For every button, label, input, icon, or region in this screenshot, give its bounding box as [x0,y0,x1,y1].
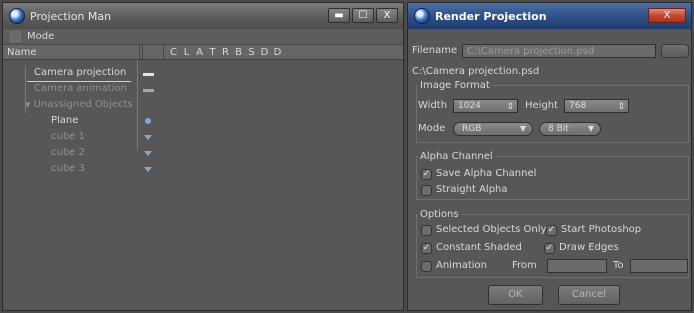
column-flag-t[interactable]: T [206,47,219,58]
height-label: Height [525,100,559,111]
mode-value: RGB [462,124,482,134]
selected-only-checkbox[interactable] [421,225,432,236]
width-value: 1024 [458,101,481,111]
list-item[interactable]: Camera projection [34,66,126,80]
alpha-channel-title: Alpha Channel [418,150,495,163]
list-item[interactable]: cube 3 [51,162,85,176]
height-input[interactable]: 768 ⇕ [564,99,629,113]
spinner-arrows-icon[interactable]: ⇕ [617,101,625,113]
start-photoshop-label: Start Photoshop [561,224,642,235]
item-label: Camera projection [34,67,127,78]
projection-manager-titlebar[interactable]: Projection Man ▬ ☐ X [3,3,403,29]
list-item[interactable]: Plane [51,114,78,128]
from-label: From [512,260,537,271]
column-header: Name C L A T R B S D D [3,45,403,60]
menu-grip-icon [10,31,21,42]
list-item[interactable]: Camera animation [34,82,127,96]
save-alpha-label: Save Alpha Channel [436,168,537,179]
item-label: cube 1 [51,131,85,142]
browse-button[interactable] [661,44,689,58]
render-projection-dialog: Render Projection X Filename C:\Camera p… [407,2,692,311]
column-divider [142,45,164,59]
animation-label: Animation [436,260,487,271]
filename-field[interactable]: C:\Camera projection.psd [462,44,656,58]
item-label: Plane [51,115,79,126]
column-flag-d2[interactable]: D [271,47,284,58]
list-item[interactable]: cube 2 [51,146,85,160]
app-logo-icon [9,8,25,24]
width-label: Width [418,100,448,111]
save-alpha-checkbox[interactable]: ✓ [421,169,432,180]
cube-object-icon [144,167,152,172]
tree-group[interactable]: ▼ Unassigned Objects [25,98,133,112]
expand-arrow-icon[interactable]: ▼ [25,101,30,109]
to-label: To [613,260,624,271]
item-label: Camera animation [34,83,127,94]
draw-edges-checkbox[interactable]: ✓ [544,243,555,254]
animation-checkbox[interactable] [421,261,432,272]
minimize-button[interactable]: ▬ [328,8,350,23]
chevron-down-icon: ▼ [519,124,526,133]
dialog-title: Render Projection [435,9,547,23]
app-logo-icon [414,8,430,24]
width-input[interactable]: 1024 ⇕ [453,99,518,113]
render-projection-titlebar[interactable]: Render Projection X [408,3,691,29]
selected-only-label: Selected Objects Only [436,224,547,235]
cube-object-icon [144,151,152,156]
projection-flag-icon[interactable] [143,89,154,92]
column-line [137,60,138,150]
column-name[interactable]: Name [3,47,139,58]
projection-flag-icon[interactable] [143,73,154,76]
bit-depth-value: 8 Bit [548,124,569,134]
maximize-button[interactable]: ☐ [352,8,374,23]
menu-bar: Mode [3,29,403,45]
column-flag-d[interactable]: D [258,47,271,58]
file-path-text: C:\Camera projection.psd [412,66,540,77]
item-label: cube 2 [51,147,85,158]
constant-shaded-label: Constant Shaded [436,242,522,253]
height-value: 768 [569,101,587,111]
chevron-down-icon: ▼ [587,124,594,133]
bit-depth-select[interactable]: 8 Bit ▼ [539,122,601,136]
image-format-title: Image Format [418,79,492,92]
ok-button[interactable]: OK [488,285,543,305]
mode-label: Mode [418,123,446,134]
column-divider [139,45,140,59]
close-button[interactable]: X [648,8,686,23]
options-title: Options [418,208,461,221]
start-photoshop-checkbox[interactable]: ✓ [546,225,557,236]
plane-object-icon [145,118,151,124]
column-flag-a[interactable]: A [193,47,206,58]
from-field[interactable] [547,259,607,273]
straight-alpha-checkbox[interactable] [421,185,432,196]
spinner-arrows-icon[interactable]: ⇕ [506,101,514,113]
list-item[interactable]: cube 1 [51,130,85,144]
column-flag-b[interactable]: B [232,47,245,58]
mode-select[interactable]: RGB ▼ [453,122,533,136]
to-field[interactable] [630,259,688,273]
cube-object-icon [144,135,152,140]
draw-edges-label: Draw Edges [559,242,619,253]
straight-alpha-label: Straight Alpha [436,184,508,195]
item-label: cube 3 [51,163,85,174]
column-flag-s[interactable]: S [245,47,258,58]
menu-mode[interactable]: Mode [27,31,54,42]
constant-shaded-checkbox[interactable]: ✓ [421,243,432,254]
cancel-button[interactable]: Cancel [558,285,620,305]
filename-label: Filename [412,45,458,56]
window-title: Projection Man [30,9,112,23]
column-flag-c[interactable]: C [167,47,180,58]
group-label: Unassigned Objects [33,99,133,110]
close-button[interactable]: X [376,8,398,23]
dialog-body: Filename C:\Camera projection.psd C:\Cam… [408,29,691,310]
column-flag-l[interactable]: L [180,47,193,58]
projection-manager-window: Projection Man ▬ ☐ X Mode Name C L A T R… [2,2,404,311]
column-flag-r[interactable]: R [219,47,232,58]
